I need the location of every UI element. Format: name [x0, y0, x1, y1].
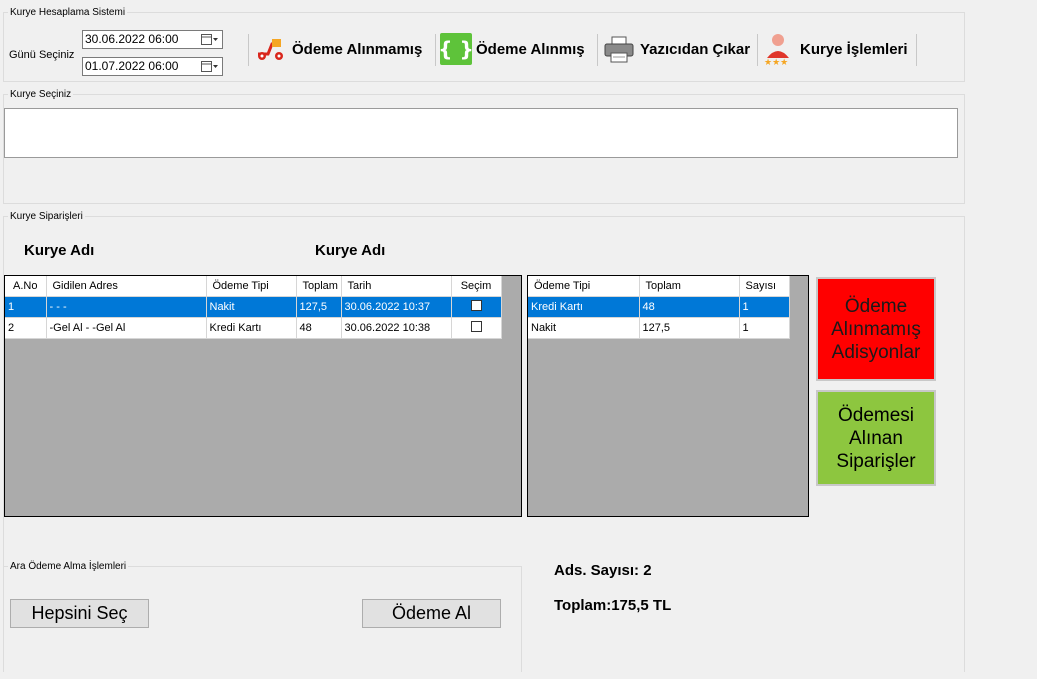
order-total: 48 — [296, 317, 342, 339]
print-toolbar-button[interactable]: Yazıcıdan Çıkar — [602, 32, 750, 66]
user-rating-icon: ★★★ — [762, 32, 796, 66]
column-header[interactable]: Ödeme Tipi — [206, 276, 297, 297]
paid-orders-label-line3: Siparişler — [836, 450, 916, 472]
select-all-button[interactable]: Hepsini Seç — [10, 599, 149, 628]
column-header[interactable]: Toplam — [296, 276, 342, 297]
paid-toolbar-label: Ödeme Alınmış — [476, 40, 585, 58]
courier-select-group-title: Kurye Seçiniz — [10, 89, 72, 100]
courier-ops-toolbar-button[interactable]: ★★★ Kurye İşlemleri — [762, 32, 908, 66]
orders-grid[interactable]: A.No Gidilen Adres Ödeme Tipi Toplam Tar… — [4, 275, 522, 517]
summary-grid[interactable]: Ödeme Tipi Toplam Sayısı Kredi Kartı 48 … — [527, 275, 809, 517]
courier-ops-toolbar-label: Kurye İşlemleri — [800, 40, 908, 58]
unpaid-orders-label-line3: Adisyonlar — [831, 341, 921, 363]
unpaid-toolbar-label: Ödeme Alınmamış — [292, 40, 423, 58]
order-no: 2 — [5, 317, 47, 339]
start-date-picker[interactable]: 30.06.2022 06:00 — [82, 30, 223, 49]
column-header[interactable]: Ödeme Tipi — [528, 276, 640, 297]
orders-group-title: Kurye Siparişleri — [10, 211, 83, 222]
courier-name-right: Kurye Adı — [315, 242, 386, 259]
select-cell — [451, 317, 502, 339]
column-header[interactable]: Toplam — [639, 276, 740, 297]
calendar-dropdown-icon[interactable] — [201, 61, 219, 72]
select-checkbox[interactable] — [470, 299, 482, 311]
order-total: 127,5 — [296, 296, 342, 318]
column-header[interactable]: Sayısı — [739, 276, 790, 297]
toolbar-separator — [757, 34, 758, 66]
summary-total: 48 — [639, 296, 740, 318]
order-payment-type: Kredi Kartı — [206, 317, 297, 339]
summary-payment-type: Nakit — [528, 317, 640, 339]
courier-list[interactable] — [4, 108, 958, 158]
scooter-icon — [254, 32, 288, 66]
calendar-dropdown-icon[interactable] — [201, 34, 219, 45]
order-no: 1 — [5, 296, 47, 318]
unpaid-orders-label-line1: Ödeme — [844, 295, 908, 317]
svg-text:{ }: { } — [440, 37, 472, 61]
partial-payment-group-title: Ara Ödeme Alma İşlemleri — [10, 561, 127, 572]
orders-table: A.No Gidilen Adres Ödeme Tipi Toplam Tar… — [5, 276, 502, 339]
order-date: 30.06.2022 10:38 — [341, 317, 452, 339]
paid-toolbar-button[interactable]: { } Ödeme Alınmış — [440, 32, 585, 66]
braces-icon: { } — [440, 32, 472, 66]
ads-count-label: Ads. Sayısı: 2 — [554, 562, 652, 579]
table-row[interactable]: 2 -Gel Al - -Gel Al Kredi Kartı 48 30.06… — [5, 317, 502, 339]
toolbar-separator — [435, 34, 436, 66]
toolbar-separator — [597, 34, 598, 66]
toolbar-separator — [248, 34, 249, 66]
column-header[interactable]: Seçim — [451, 276, 502, 297]
paid-orders-label-line2: Alınan — [849, 427, 903, 449]
column-header[interactable]: Gidilen Adres — [46, 276, 207, 297]
unpaid-orders-button[interactable]: Ödeme Alınmamış Adisyonlar — [816, 277, 936, 381]
svg-text:★★★: ★★★ — [764, 58, 788, 66]
summary-count: 1 — [739, 317, 790, 339]
print-toolbar-label: Yazıcıdan Çıkar — [640, 40, 751, 58]
date-label: Günü Seçiniz — [9, 49, 75, 61]
summary-payment-type: Kredi Kartı — [528, 296, 640, 318]
column-header[interactable]: Tarih — [341, 276, 452, 297]
table-row[interactable]: Nakit 127,5 1 — [528, 317, 790, 339]
unpaid-toolbar-button[interactable]: Ödeme Alınmamış — [254, 32, 422, 66]
end-date-value: 01.07.2022 06:00 — [85, 59, 179, 73]
select-checkbox[interactable] — [470, 320, 482, 332]
grand-total-label: Toplam:175,5 TL — [554, 597, 672, 614]
header-group-title: Kurye Hesaplama Sistemi — [10, 7, 126, 18]
order-address: -Gel Al - -Gel Al — [46, 317, 207, 339]
select-cell — [451, 296, 502, 318]
toolbar-separator — [916, 34, 917, 66]
paid-orders-button[interactable]: Ödemesi Alınan Siparişler — [816, 390, 936, 486]
summary-count: 1 — [739, 296, 790, 318]
summary-table: Ödeme Tipi Toplam Sayısı Kredi Kartı 48 … — [528, 276, 790, 339]
paid-orders-label-line1: Ödemesi — [837, 404, 914, 426]
courier-name-left: Kurye Adı — [24, 242, 95, 259]
table-row[interactable]: 1 - - - Nakit 127,5 30.06.2022 10:37 — [5, 296, 502, 318]
order-payment-type: Nakit — [206, 296, 297, 318]
unpaid-orders-label-line2: Alınmamış — [831, 318, 921, 340]
table-row[interactable]: Kredi Kartı 48 1 — [528, 296, 790, 318]
start-date-value: 30.06.2022 06:00 — [85, 32, 179, 46]
take-payment-button[interactable]: Ödeme Al — [362, 599, 501, 628]
end-date-picker[interactable]: 01.07.2022 06:00 — [82, 57, 223, 76]
summary-total: 127,5 — [639, 317, 740, 339]
printer-icon — [602, 32, 636, 66]
order-date: 30.06.2022 10:37 — [341, 296, 452, 318]
column-header[interactable]: A.No — [5, 276, 47, 297]
order-address: - - - — [46, 296, 207, 318]
